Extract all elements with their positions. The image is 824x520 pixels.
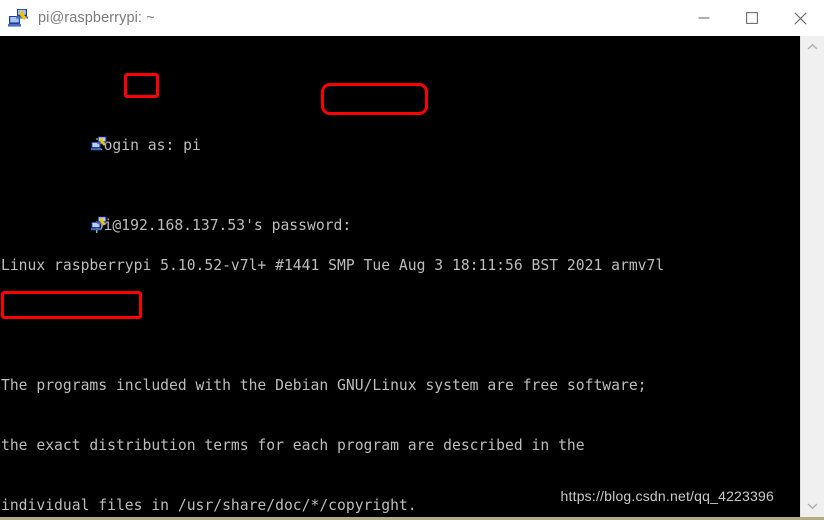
- terminal-line-kernel: Linux raspberrypi 5.10.52-v7l+ #1441 SMP…: [1, 257, 665, 274]
- terminal-line-license-2: the exact distribution terms for each pr…: [1, 437, 585, 454]
- window-title: pi@raspberrypi: ~: [38, 10, 155, 26]
- minimize-button[interactable]: [680, 0, 728, 36]
- putty-icon: [3, 196, 108, 231]
- terminal-line-license-1: The programs included with the Debian GN…: [1, 377, 647, 394]
- password-prompt-text: pi@192.168.137.53's password:: [94, 217, 352, 234]
- terminal-output-area[interactable]: login as: pi pi@192.168.137.53's passwor…: [0, 36, 800, 517]
- vertical-scrollbar[interactable]: [800, 36, 824, 517]
- chevron-down-icon[interactable]: [801, 495, 824, 517]
- terminal-text: login as: pi pi@192.168.137.53's passwor…: [0, 36, 800, 517]
- title-bar[interactable]: pi@raspberrypi: ~: [0, 0, 824, 36]
- window-controls: [680, 0, 824, 36]
- chevron-up-icon[interactable]: [801, 36, 824, 58]
- close-button[interactable]: [776, 0, 824, 36]
- terminal-line-password: pi@192.168.137.53's password:: [1, 176, 800, 234]
- terminal-line-login: login as: pi: [1, 96, 800, 154]
- putty-icon: [3, 116, 108, 151]
- putty-terminal-window: pi@raspberrypi: ~ login as: pi pi@192.16…: [0, 0, 824, 520]
- watermark-url: https://blog.csdn.net/qq_4223396: [560, 488, 774, 504]
- maximize-button[interactable]: [728, 0, 776, 36]
- putty-network-computer-icon: [8, 8, 30, 28]
- scrollbar-thumb[interactable]: [801, 58, 824, 495]
